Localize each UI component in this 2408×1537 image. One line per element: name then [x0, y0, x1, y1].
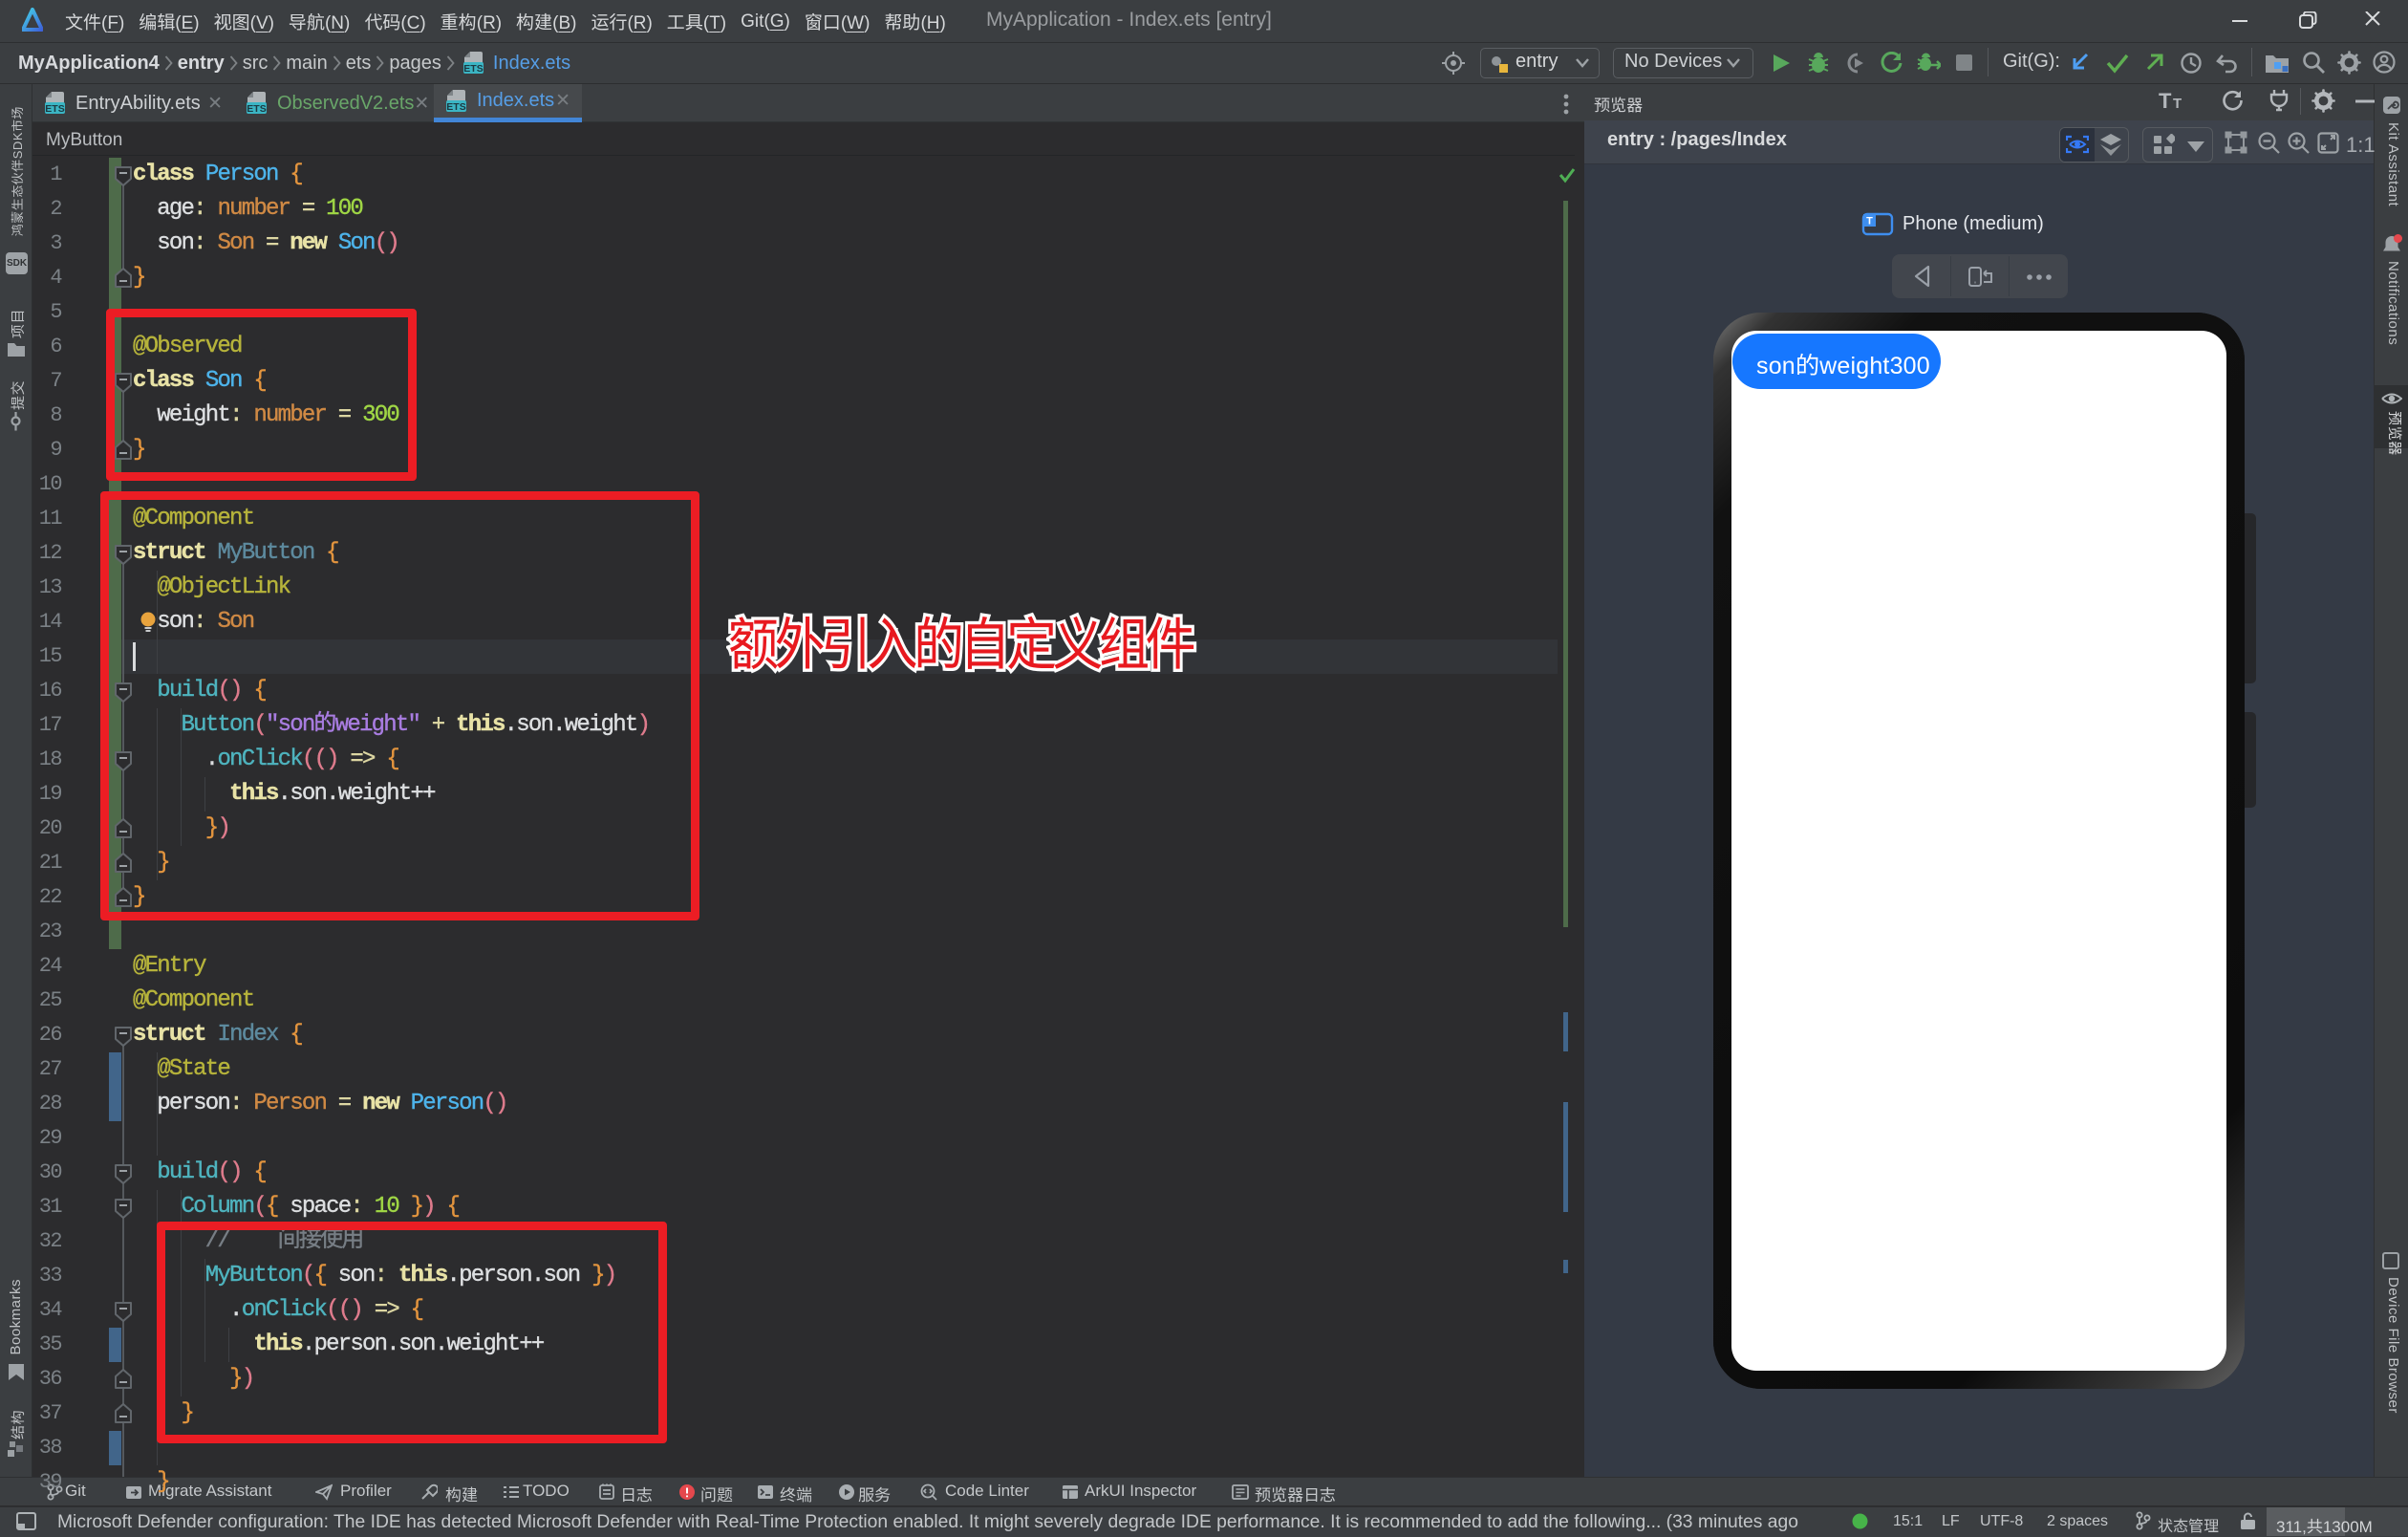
- svg-text:T: T: [2173, 96, 2182, 112]
- svg-text:T: T: [2159, 90, 2172, 113]
- svg-text:ETS: ETS: [446, 101, 465, 113]
- svg-text:ETS: ETS: [45, 103, 64, 115]
- svg-text:ETS: ETS: [247, 103, 266, 115]
- svg-text:T: T: [1866, 216, 1873, 227]
- svg-text:ETS: ETS: [463, 63, 483, 75]
